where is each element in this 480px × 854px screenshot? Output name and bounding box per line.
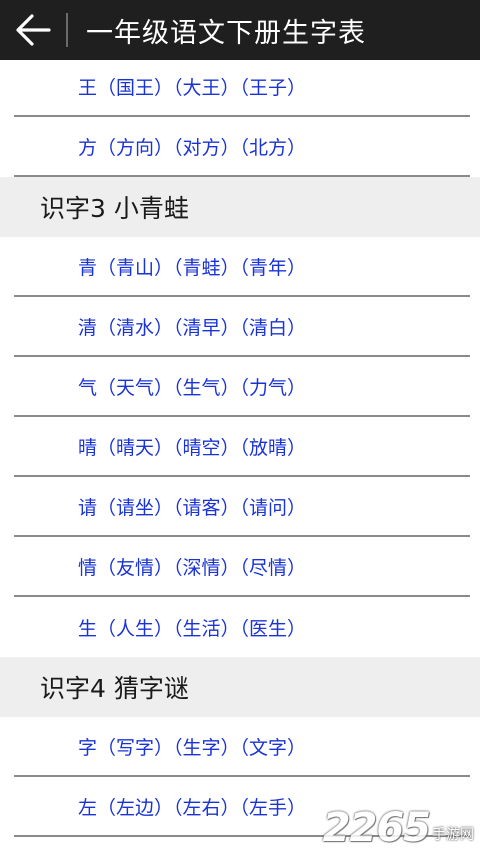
back-button[interactable] (0, 0, 66, 60)
app-screen: 一年级语文下册生字表 王（国王）（大王）（王子） 方（方向）（对方）（北方） 识… (0, 0, 480, 854)
list-item[interactable]: 晴（晴天）（晴空）（放晴） (14, 417, 470, 477)
list-item[interactable]: 清（清水）（清早）（清白） (14, 297, 470, 357)
list-item[interactable]: 气（天气）（生气）（力气） (14, 357, 470, 417)
list-item[interactable]: 左（左边）（左右）（左手） (14, 777, 470, 837)
list-item[interactable]: 情（友情）（深情）（尽情） (14, 537, 470, 597)
list-item[interactable]: 生（人生）（生活）（医生） (14, 597, 470, 657)
section-header: 识字3 小青蛙 (0, 177, 480, 237)
list-item[interactable]: 字（写字）（生字）（文字） (14, 717, 470, 777)
list-item[interactable]: 青（青山）（青蛙）（青年） (14, 237, 470, 297)
page-title: 一年级语文下册生字表 (86, 17, 366, 49)
list-item[interactable]: 请（请坐）（请客）（请问） (14, 477, 470, 537)
section-header: 识字4 猜字谜 (0, 657, 480, 717)
top-bar: 一年级语文下册生字表 (0, 0, 480, 60)
list-item[interactable]: 王（国王）（大王）（王子） (14, 57, 470, 117)
list-item[interactable]: 方（方向）（对方）（北方） (14, 117, 470, 177)
arrow-left-icon (16, 14, 51, 46)
character-list: 王（国王）（大王）（王子） 方（方向）（对方）（北方） 识字3 小青蛙 青（青山… (0, 57, 480, 837)
